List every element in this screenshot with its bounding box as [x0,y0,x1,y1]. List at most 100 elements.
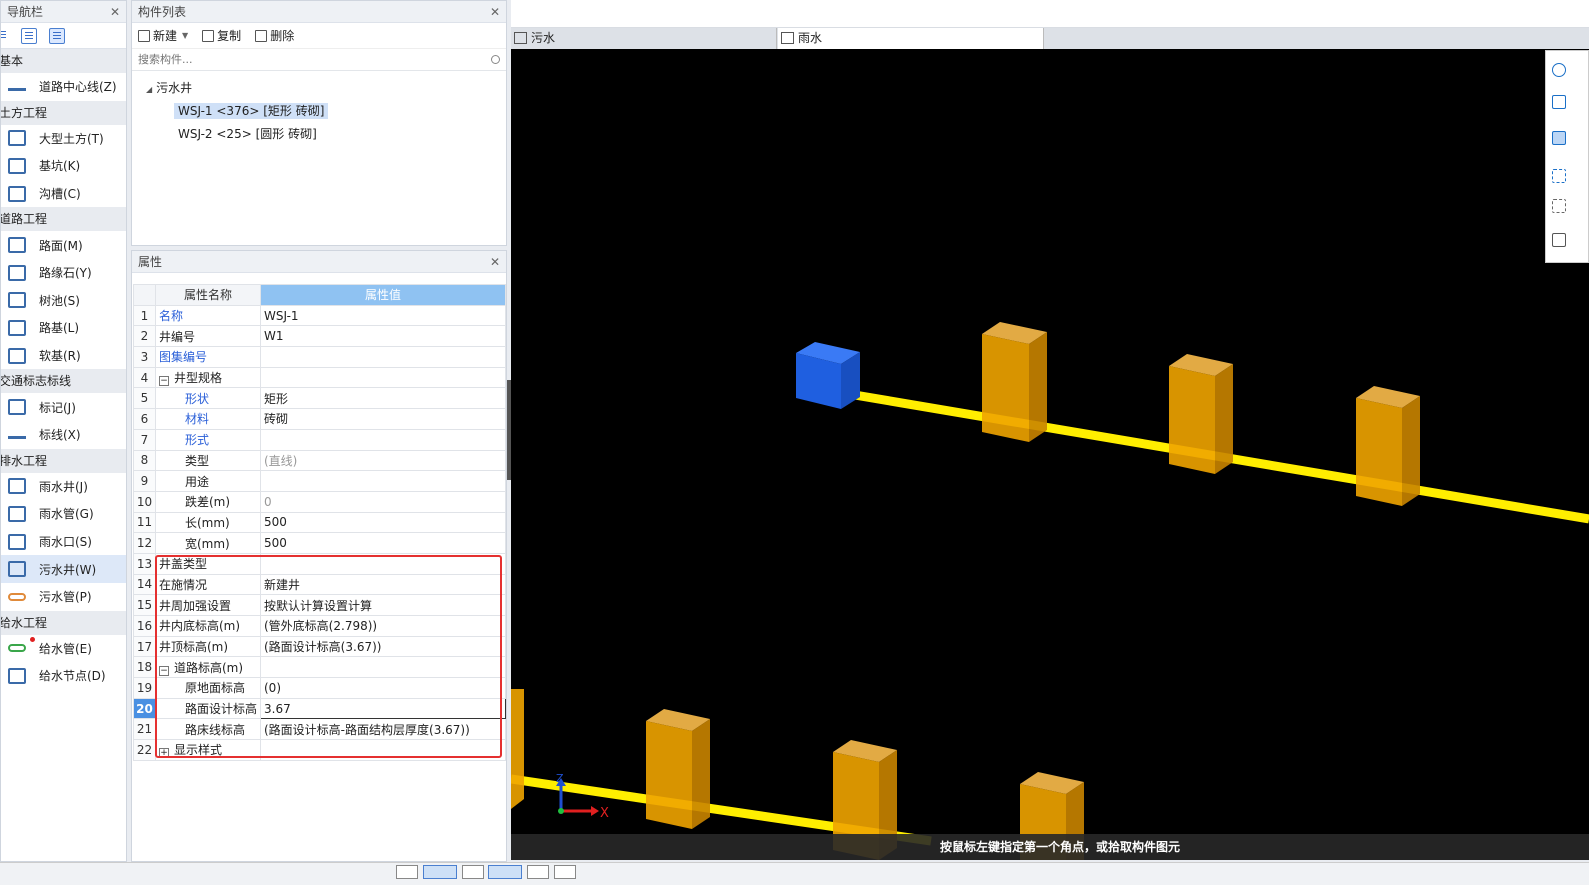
property-value[interactable]: 砖砌 [260,408,506,430]
add-mode-button[interactable] [488,865,522,879]
cross-button[interactable] [462,865,484,879]
select-window-icon[interactable] [1552,169,1566,183]
property-value[interactable]: (路面设计标高(3.67)) [260,635,506,658]
property-value[interactable] [260,428,506,451]
property-row[interactable]: 15 井周加强设置 按默认计算设置计算 [133,594,506,616]
search-input[interactable] [138,53,468,66]
nav-category[interactable]: 排水工程 [1,448,126,473]
property-row[interactable]: 8 类型 (直线) [133,449,506,472]
property-value[interactable]: (直线) [260,449,506,472]
search-icon[interactable] [491,55,500,64]
nav-category[interactable]: 给水工程 [1,610,126,635]
close-icon[interactable]: ✕ [110,1,120,23]
well[interactable] [511,689,524,809]
property-row[interactable]: 17 井顶标高(m) (路面设计标高(3.67)) [133,635,506,658]
measure-button[interactable] [554,865,576,879]
property-row[interactable]: 2 井编号 W1 [133,325,506,348]
box-view-icon[interactable] [1552,131,1566,145]
detail-view-icon[interactable] [49,28,65,44]
property-value[interactable] [260,552,506,575]
expand-icon[interactable]: + [159,748,169,759]
close-icon[interactable]: ✕ [490,1,500,23]
property-value[interactable] [260,739,506,761]
well[interactable] [646,709,710,829]
view-cube-icon[interactable] [1552,95,1566,109]
property-value[interactable]: 500 [260,511,506,534]
property-row[interactable]: 14 在施情况 新建井 [133,573,506,596]
nav-item[interactable]: 标线(X) [1,421,126,449]
property-row[interactable]: 19 原地面标高 (0) [133,677,506,699]
property-value[interactable] [260,366,506,389]
property-row[interactable]: 6 材料 砖砌 [133,408,506,430]
property-value[interactable] [260,656,506,679]
property-value[interactable] [260,470,506,492]
nav-item[interactable]: 雨水口(S) [1,528,126,556]
property-row[interactable]: 7 形式 [133,428,506,451]
close-icon[interactable]: ✕ [490,251,500,273]
nav-category[interactable]: 基本 [1,49,126,73]
selected-well[interactable] [796,342,860,409]
property-row[interactable]: 9 用途 [133,470,506,492]
property-value[interactable]: 矩形 [260,387,506,410]
orbit-icon[interactable] [1552,63,1566,77]
property-value[interactable]: W1 [260,325,506,348]
list-view-icon[interactable] [21,28,37,44]
delete-button[interactable]: 删除 [255,27,294,44]
component-item[interactable]: WSJ-2 <25> [圆形 砖砌] [132,123,506,146]
property-row[interactable]: 22 + 显示样式 [133,739,506,761]
nav-item[interactable]: 给水管(E) [1,635,126,663]
nav-item[interactable]: 给水节点(D) [1,662,126,690]
tab-rain[interactable]: 雨水 [778,28,1044,49]
select-mode-button[interactable] [423,865,457,879]
well[interactable] [982,322,1047,442]
property-row[interactable]: 4− 井型规格 [133,366,506,389]
component-item[interactable]: WSJ-1 <376> [矩形 砖砌] [132,100,506,123]
nav-item[interactable]: 道路中心线(Z) [1,73,126,101]
property-row[interactable]: 11 长(mm) 500 [133,511,506,534]
nav-item[interactable]: 标记(J) [1,393,126,421]
property-value[interactable] [260,346,506,368]
property-value[interactable]: 新建井 [260,573,506,596]
nav-item[interactable]: 树池(S) [1,287,126,315]
nav-item[interactable]: 路缘石(Y) [1,259,126,287]
nav-item[interactable]: 沟槽(C) [1,180,126,208]
property-value[interactable]: (管外底标高(2.798)) [260,615,506,637]
tab-sewage[interactable]: 污水 [511,28,777,49]
chevron-down-icon[interactable]: ◢ [146,85,152,94]
property-row[interactable]: 18− 道路标高(m) [133,656,506,679]
property-row[interactable]: 16 井内底标高(m) (管外底标高(2.798)) [133,615,506,637]
property-value[interactable]: 0 [260,490,506,513]
property-row[interactable]: 3 图集编号 [133,346,506,368]
property-row[interactable]: 5 形状 矩形 [133,387,506,410]
property-value[interactable]: (0) [260,677,506,699]
nav-category[interactable]: 交通标志标线 [1,369,126,394]
property-row[interactable]: 13 井盖类型 [133,552,506,575]
property-value[interactable]: 3.67 [260,697,506,720]
nav-item[interactable]: 软基(R) [1,342,126,370]
property-row[interactable]: 10 跌差(m) 0 [133,490,506,513]
nav-item[interactable]: 路基(L) [1,314,126,342]
nav-item[interactable]: 基坑(K) [1,152,126,180]
copy-button[interactable]: 复制 [202,27,241,44]
collapse-icon[interactable]: − [159,376,169,387]
nav-item[interactable]: 雨水管(G) [1,500,126,528]
nav-category[interactable]: 道路工程 [1,207,126,232]
property-row[interactable]: 12 宽(mm) 500 [133,532,506,554]
tree-root[interactable]: ◢ 污水井 [132,77,506,100]
snap-button[interactable] [396,865,418,879]
property-row[interactable]: 21 路床线标高 (路面设计标高-路面结构层厚度(3.67)) [133,718,506,741]
collapse-icon[interactable]: − [159,665,169,676]
nav-item[interactable]: 污水管(P) [1,583,126,611]
property-value[interactable]: 500 [260,532,506,554]
property-value[interactable]: WSJ-1 [260,304,506,327]
new-button[interactable]: 新建 ▼ [138,27,188,44]
3d-viewport[interactable]: X Z [511,49,1589,860]
nav-item[interactable]: 污水井(W) [1,555,126,583]
well[interactable] [1169,354,1233,474]
nav-item[interactable]: 路面(M) [1,231,126,259]
nav-category[interactable]: 土方工程 [1,100,126,125]
well[interactable] [1356,386,1420,506]
property-row[interactable]: 20 路面设计标高 3.67 [133,697,506,720]
property-row[interactable]: 1 名称 WSJ-1 [133,304,506,327]
properties-icon[interactable] [1552,233,1566,247]
